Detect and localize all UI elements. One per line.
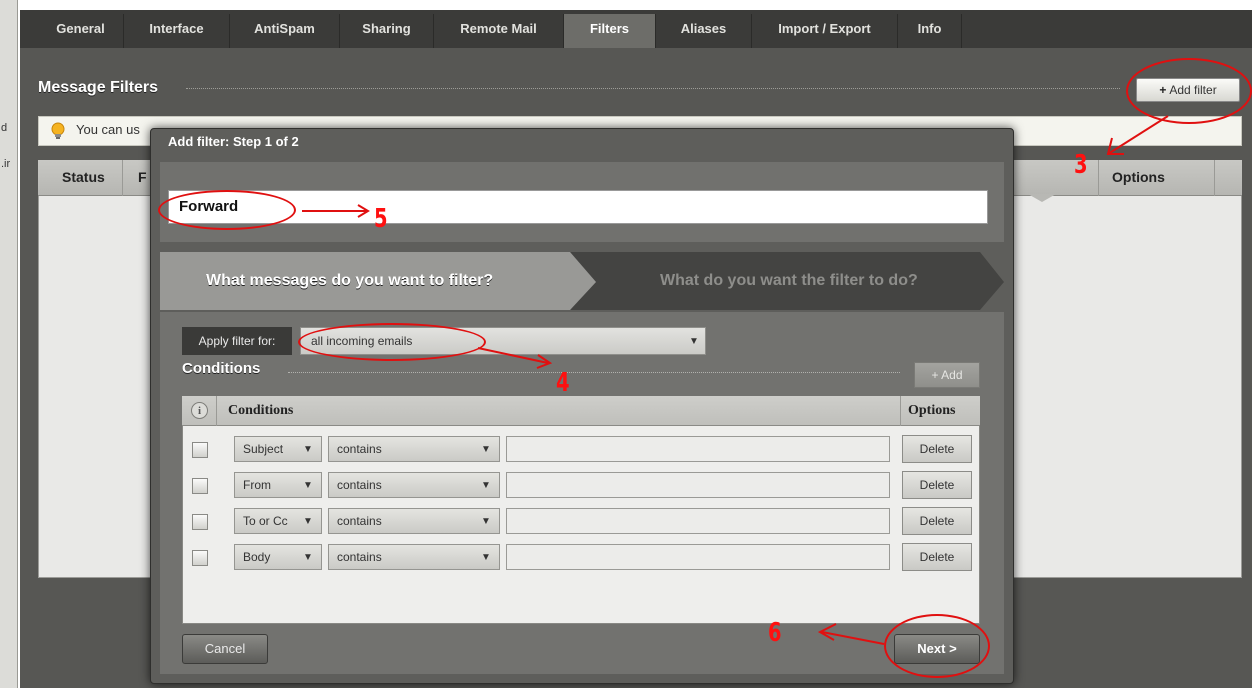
conditions-column-header: Conditions [228,403,294,418]
condition-field-value: From [243,478,271,492]
column-header-status[interactable]: Status [62,169,105,185]
info-icon[interactable]: i [191,402,208,419]
dialog-title: Add filter: Step 1 of 2 [168,134,299,149]
annotation-number: 3 [1074,150,1088,180]
strip-text-fragment: d [1,122,8,134]
page-title: Message Filters [38,79,159,96]
chevron-down-icon: ▼ [689,336,699,347]
annotation-ellipse [158,190,296,230]
column-divider [216,396,217,426]
delete-condition-button[interactable]: Delete [902,435,972,463]
apply-filter-label: Apply filter for: [182,327,292,355]
lightbulb-icon [51,122,65,139]
condition-field-select[interactable]: Subject ▼ [234,436,322,462]
condition-value-input[interactable] [506,508,890,534]
column-divider [900,396,901,426]
condition-operator-select[interactable]: contains ▼ [328,436,500,462]
condition-value-input[interactable] [506,436,890,462]
condition-field-value: Subject [243,442,284,456]
condition-operator-select[interactable]: contains ▼ [328,508,500,534]
delete-condition-button[interactable]: Delete [902,543,972,571]
options-column-header: Options [908,403,956,418]
annotation-ellipse [298,323,486,361]
strip-text-fragment: .ir [1,158,11,170]
step-1-label[interactable]: What messages do you want to filter? [206,272,493,290]
condition-field-select[interactable]: Body ▼ [234,544,322,570]
condition-operator-value: contains [337,442,382,456]
condition-field-select[interactable]: From ▼ [234,472,322,498]
condition-value-input[interactable] [506,544,890,570]
chevron-down-icon: ▼ [481,480,491,491]
condition-value-input[interactable] [506,472,890,498]
delete-condition-button[interactable]: Delete [902,507,972,535]
tab-import-export[interactable]: Import / Export [752,14,898,48]
chevron-down-icon: ▼ [303,444,313,455]
chevron-down-icon: ▼ [303,480,313,491]
annotation-ellipse [1126,58,1252,124]
background-window-strip: d .ir [0,0,18,688]
chevron-down-icon: ▼ [303,516,313,527]
conditions-table-header [182,396,980,426]
annotation-number: 5 [374,204,388,234]
column-header-f[interactable]: F [138,169,147,185]
chevron-down-icon: ▼ [303,552,313,563]
tab-interface[interactable]: Interface [124,14,230,48]
condition-operator-select[interactable]: contains ▼ [328,544,500,570]
condition-operator-value: contains [337,478,382,492]
step-2-label[interactable]: What do you want the filter to do? [660,272,918,290]
tab-aliases[interactable]: Aliases [656,14,752,48]
condition-operator-value: contains [337,550,382,564]
annotation-ellipse [884,614,990,678]
condition-field-value: Body [243,550,271,564]
conditions-divider [288,372,900,373]
chevron-down-icon: ▼ [481,444,491,455]
condition-field-select[interactable]: To or Cc ▼ [234,508,322,534]
chevron-down-icon: ▼ [481,552,491,563]
column-divider [122,160,123,196]
tab-general[interactable]: General [38,14,124,48]
annotation-number: 6 [768,618,782,648]
header-divider [186,88,1120,89]
sort-indicator-icon [1028,194,1056,202]
tab-filters[interactable]: Filters [564,14,656,48]
row-checkbox[interactable] [192,478,208,494]
tab-sharing[interactable]: Sharing [340,14,434,48]
cancel-button[interactable]: Cancel [182,634,268,664]
tab-info[interactable]: Info [898,14,962,48]
row-checkbox[interactable] [192,550,208,566]
column-divider [1214,160,1215,196]
tip-text: You can us [76,122,140,137]
delete-condition-button[interactable]: Delete [902,471,972,499]
tab-remote-mail[interactable]: Remote Mail [434,14,564,48]
annotation-number: 4 [556,368,570,398]
conditions-title: Conditions [182,360,261,377]
row-checkbox[interactable] [192,442,208,458]
condition-operator-value: contains [337,514,382,528]
column-divider [1098,160,1099,196]
condition-field-value: To or Cc [243,514,288,528]
condition-operator-select[interactable]: contains ▼ [328,472,500,498]
row-checkbox[interactable] [192,514,208,530]
column-header-options: Options [1112,169,1165,185]
add-condition-button[interactable]: + Add [914,362,980,388]
chevron-down-icon: ▼ [481,516,491,527]
tab-antispam[interactable]: AntiSpam [230,14,340,48]
